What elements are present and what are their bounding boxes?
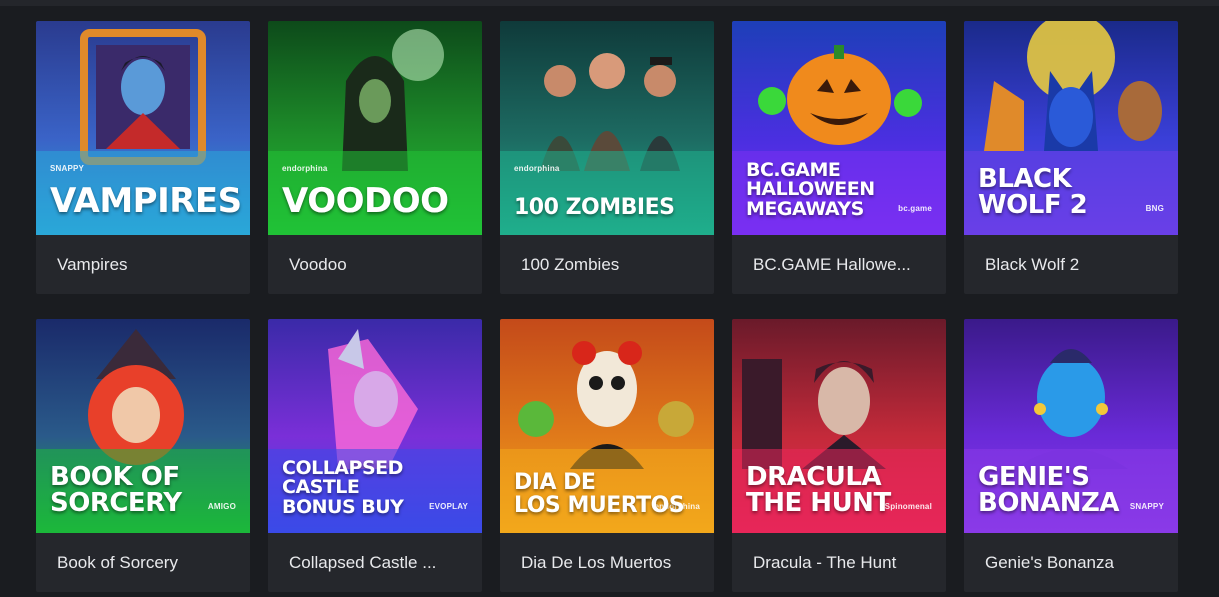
game-name[interactable]: Dia De Los Muertos	[500, 533, 714, 592]
provider-logo: Spinomenal	[884, 502, 932, 511]
game-card[interactable]: endorphina VOODOO Voodoo	[268, 21, 482, 294]
provider-logo: SNAPPY	[1129, 502, 1164, 511]
game-thumbnail[interactable]: endorphina 100 ZOMBIES	[500, 21, 714, 235]
game-thumbnail[interactable]: SNAPPY GENIE'S BONANZA	[964, 319, 1178, 533]
provider-logo: endorphina	[282, 164, 328, 173]
game-name[interactable]: Vampires	[36, 235, 250, 294]
game-name[interactable]: BC.GAME Hallowe...	[732, 235, 946, 294]
game-thumbnail[interactable]: AMIGO BOOK OF SORCERY	[36, 319, 250, 533]
game-name[interactable]: Black Wolf 2	[964, 235, 1178, 294]
game-name[interactable]: Book of Sorcery	[36, 533, 250, 592]
thumbnail-title: COLLAPSED CASTLE BONUS BUY	[282, 456, 404, 518]
thumbnail-title: VAMPIRES	[50, 181, 242, 222]
game-name[interactable]: Dracula - The Hunt	[732, 533, 946, 592]
game-thumbnail[interactable]: endorphina DIA DE LOS MUERTOS	[500, 319, 714, 533]
game-card[interactable]: EVOPLAY COLLAPSED CASTLE BONUS BUY Collaps…	[268, 319, 482, 592]
game-card[interactable]: BNG BLACK WOLF 2 Black Wolf 2	[964, 21, 1178, 294]
game-thumbnail[interactable]: BNG BLACK WOLF 2	[964, 21, 1178, 235]
game-name[interactable]: 100 Zombies	[500, 235, 714, 294]
game-name[interactable]: Voodoo	[268, 235, 482, 294]
game-thumbnail[interactable]: endorphina VOODOO	[268, 21, 482, 235]
game-thumbnail[interactable]: bc.game BC.GAME HALLOWEEN MEGAWAYS	[732, 21, 946, 235]
game-card[interactable]: SNAPPY GENIE'S BONANZA Genie's Bonanza	[964, 319, 1178, 592]
provider-logo: SNAPPY	[50, 164, 85, 173]
thumbnail-title: GENIE'S BONANZA	[978, 461, 1120, 519]
thumbnail-title: 100 ZOMBIES	[514, 194, 675, 220]
game-card[interactable]: SNAPPY VAMPIRES Vampires	[36, 21, 250, 294]
game-card[interactable]: endorphina 100 ZOMBIES 100 Zombies	[500, 21, 714, 294]
game-card[interactable]: bc.game BC.GAME HALLOWEEN MEGAWAYS BC.GAME…	[732, 21, 946, 294]
game-name[interactable]: Genie's Bonanza	[964, 533, 1178, 592]
game-name[interactable]: Collapsed Castle ...	[268, 533, 482, 592]
thumbnail-title: DIA DE LOS MUERTOS	[514, 470, 685, 518]
game-thumbnail[interactable]: EVOPLAY COLLAPSED CASTLE BONUS BUY	[268, 319, 482, 533]
thumbnail-title: BOOK OF SORCERY	[50, 461, 182, 519]
game-thumbnail[interactable]: Spinomenal DRACULA THE HUNT	[732, 319, 946, 533]
thumbnail-title: VOODOO	[282, 181, 449, 222]
thumbnail-title: BC.GAME HALLOWEEN MEGAWAYS	[746, 158, 875, 220]
provider-logo: BNG	[1145, 204, 1164, 213]
thumbnail-title: BLACK WOLF 2	[978, 163, 1088, 221]
game-thumbnail[interactable]: SNAPPY VAMPIRES	[36, 21, 250, 235]
game-card[interactable]: AMIGO BOOK OF SORCERY Book of Sorcery	[36, 319, 250, 592]
thumbnail-title: DRACULA THE HUNT	[746, 461, 891, 519]
top-bar	[0, 0, 1219, 6]
provider-logo: endorphina	[514, 164, 560, 173]
provider-logo: AMIGO	[207, 502, 236, 511]
games-grid: SNAPPY VAMPIRES Vampires endorphina VOODOO Vo…	[36, 21, 1178, 592]
game-card[interactable]: Spinomenal DRACULA THE HUNT Dracula - The …	[732, 319, 946, 592]
game-card[interactable]: endorphina DIA DE LOS MUERTOS Dia De Los M…	[500, 319, 714, 592]
